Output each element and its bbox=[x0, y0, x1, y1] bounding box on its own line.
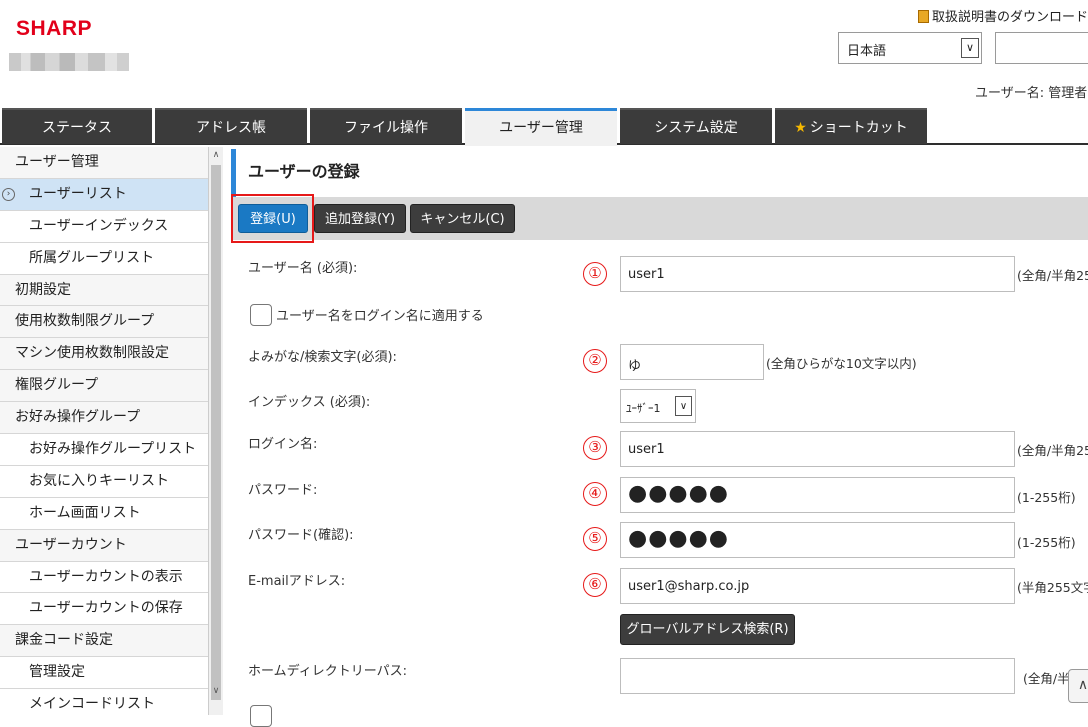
scroll-up-icon[interactable]: ∧ bbox=[209, 147, 223, 163]
email-label: E-mailアドレス: bbox=[248, 574, 346, 589]
tab-status[interactable]: ステータス bbox=[2, 108, 152, 144]
language-select[interactable]: 日本語 ∨ bbox=[838, 32, 982, 64]
yomi-label: よみがな/検索文字(必須): bbox=[248, 350, 397, 365]
sidebar-item-user-management[interactable]: ユーザー管理 bbox=[0, 147, 208, 179]
password-field[interactable]: ●●●●● bbox=[620, 477, 1015, 513]
sidebar-item-user-count-save[interactable]: ユーザーカウントの保存 bbox=[0, 593, 208, 626]
yomi-hint: (全角ひらがな10文字以内) bbox=[766, 356, 917, 371]
yomi-field[interactable]: ゆ bbox=[620, 344, 764, 380]
book-icon bbox=[918, 10, 929, 23]
language-value: 日本語 bbox=[847, 44, 887, 59]
tab-system-settings[interactable]: システム設定 bbox=[620, 108, 772, 144]
sidebar-item-home-screen-list[interactable]: ホーム画面リスト bbox=[0, 497, 208, 530]
sharp-logo: SHARP bbox=[16, 17, 93, 40]
toolbar: 登録(U) 追加登録(Y) キャンセル(C) bbox=[231, 197, 1088, 240]
home-dir-hint: (全角/半 bbox=[1023, 671, 1070, 686]
sidebar-item-user-count-display[interactable]: ユーザーカウントの表示 bbox=[0, 561, 208, 594]
index-select[interactable]: ﾕｰｻﾞｰ1 ∨ bbox=[620, 389, 696, 423]
sidebar-item-machine-page-limit[interactable]: マシン使用枚数制限設定 bbox=[0, 338, 208, 371]
sidebar-item-main-code-list[interactable]: メインコードリスト bbox=[0, 689, 208, 715]
sidebar-scrollbar[interactable]: ∧ ∨ bbox=[209, 147, 223, 715]
sidebar-item-authority-group[interactable]: 権限グループ bbox=[0, 370, 208, 403]
login-label: ログイン名: bbox=[248, 437, 318, 452]
annotation-marker-3: ③ bbox=[583, 436, 607, 460]
tab-file-operations[interactable]: ファイル操作 bbox=[310, 108, 462, 144]
annotation-marker-6: ⑥ bbox=[583, 573, 607, 597]
password-confirm-field[interactable]: ●●●●● bbox=[620, 522, 1015, 558]
sidebar-item-user-index[interactable]: ユーザーインデックス bbox=[0, 210, 208, 243]
username-label: ユーザー名 (必須): bbox=[248, 261, 358, 276]
sidebar-item-favorite-operation-list[interactable]: お好み操作グループリスト bbox=[0, 434, 208, 466]
page-title: ユーザーの登録 bbox=[231, 149, 1088, 197]
username-field[interactable]: user1 bbox=[620, 256, 1015, 292]
annotation-highlight-box bbox=[231, 194, 314, 243]
email-field[interactable]: user1@sharp.co.jp bbox=[620, 568, 1015, 604]
username-hint: (全角/半角25 bbox=[1017, 268, 1088, 283]
sidebar-item-billing-code[interactable]: 課金コード設定 bbox=[0, 625, 208, 658]
blurred-device-name bbox=[9, 53, 129, 71]
current-page-icon: › bbox=[2, 187, 15, 201]
global-address-search-button[interactable]: グローバルアドレス検索(R) bbox=[620, 614, 795, 645]
add-register-button[interactable]: 追加登録(Y) bbox=[314, 204, 406, 233]
current-user-label: ユーザー名: 管理者 bbox=[975, 86, 1088, 101]
main-content: ユーザーの登録 登録(U) 追加登録(Y) キャンセル(C) ユーザー名 (必須… bbox=[231, 147, 1088, 727]
sidebar-item-label: ユーザーリスト bbox=[29, 185, 127, 202]
home-dir-label: ホームディレクトリーパス: bbox=[248, 664, 407, 679]
sidebar-item-favorite-key-list[interactable]: お気に入りキーリスト bbox=[0, 465, 208, 498]
sidebar-item-favorite-operation-group[interactable]: お好み操作グループ bbox=[0, 402, 208, 435]
cancel-button[interactable]: キャンセル(C) bbox=[410, 204, 515, 233]
header-search-input[interactable] bbox=[995, 32, 1088, 64]
sidebar-item-user-count[interactable]: ユーザーカウント bbox=[0, 529, 208, 562]
sidebar-item-default-settings[interactable]: 初期設定 bbox=[0, 274, 208, 307]
password-confirm-label: パスワード(確認): bbox=[248, 528, 354, 543]
sidebar-item-admin-settings[interactable]: 管理設定 bbox=[0, 657, 208, 690]
scroll-down-icon[interactable]: ∨ bbox=[209, 683, 223, 699]
login-field[interactable]: user1 bbox=[620, 431, 1015, 467]
password-hint: (1-255桁) bbox=[1017, 490, 1076, 505]
annotation-marker-4: ④ bbox=[583, 482, 607, 506]
sidebar-item-page-limit-group[interactable]: 使用枚数制限グループ bbox=[0, 306, 208, 339]
annotation-marker-2: ② bbox=[583, 349, 607, 373]
star-icon: ★ bbox=[794, 120, 807, 136]
chevron-down-icon: ∨ bbox=[675, 396, 692, 416]
main-tabs: ステータス アドレス帳 ファイル操作 ユーザー管理 システム設定 ★ ショートカッ… bbox=[0, 107, 1088, 146]
password-label: パスワード: bbox=[248, 483, 318, 498]
index-value: ﾕｰｻﾞｰ1 bbox=[626, 402, 661, 415]
scroll-thumb[interactable] bbox=[211, 165, 221, 700]
tab-shortcut-label: ショートカット bbox=[809, 120, 908, 136]
email-hint: (半角255文字 bbox=[1017, 580, 1088, 595]
home-dir-field[interactable] bbox=[620, 658, 1015, 694]
header: SHARP 取扱説明書のダウンロード 日本語 ∨ ユーザー名: 管理者 bbox=[0, 0, 1088, 107]
password-confirm-hint: (1-255桁) bbox=[1017, 535, 1076, 550]
apply-login-label: ユーザー名をログイン名に適用する bbox=[276, 309, 484, 324]
index-label: インデックス (必須): bbox=[248, 395, 371, 410]
annotation-marker-5: ⑤ bbox=[583, 527, 607, 551]
sidebar: ユーザー管理 › ユーザーリスト ユーザーインデックス 所属グループリスト 初期設… bbox=[0, 147, 209, 715]
next-checkbox[interactable] bbox=[250, 705, 272, 727]
chevron-down-icon: ∨ bbox=[961, 38, 979, 58]
annotation-marker-1: ① bbox=[583, 262, 607, 286]
tab-address-book[interactable]: アドレス帳 bbox=[155, 108, 307, 144]
tab-shortcut[interactable]: ★ ショートカット bbox=[775, 108, 927, 144]
manual-download-label: 取扱説明書のダウンロード bbox=[932, 10, 1088, 25]
tab-user-management[interactable]: ユーザー管理 bbox=[465, 108, 617, 146]
scroll-to-top-button[interactable]: ∧ bbox=[1068, 669, 1088, 703]
sidebar-item-user-list[interactable]: › ユーザーリスト bbox=[0, 178, 208, 211]
sidebar-item-group-list[interactable]: 所属グループリスト bbox=[0, 242, 208, 275]
login-hint: (全角/半角25 bbox=[1017, 443, 1088, 458]
manual-download-link[interactable]: 取扱説明書のダウンロード bbox=[918, 6, 1088, 25]
apply-login-checkbox[interactable] bbox=[250, 304, 272, 326]
